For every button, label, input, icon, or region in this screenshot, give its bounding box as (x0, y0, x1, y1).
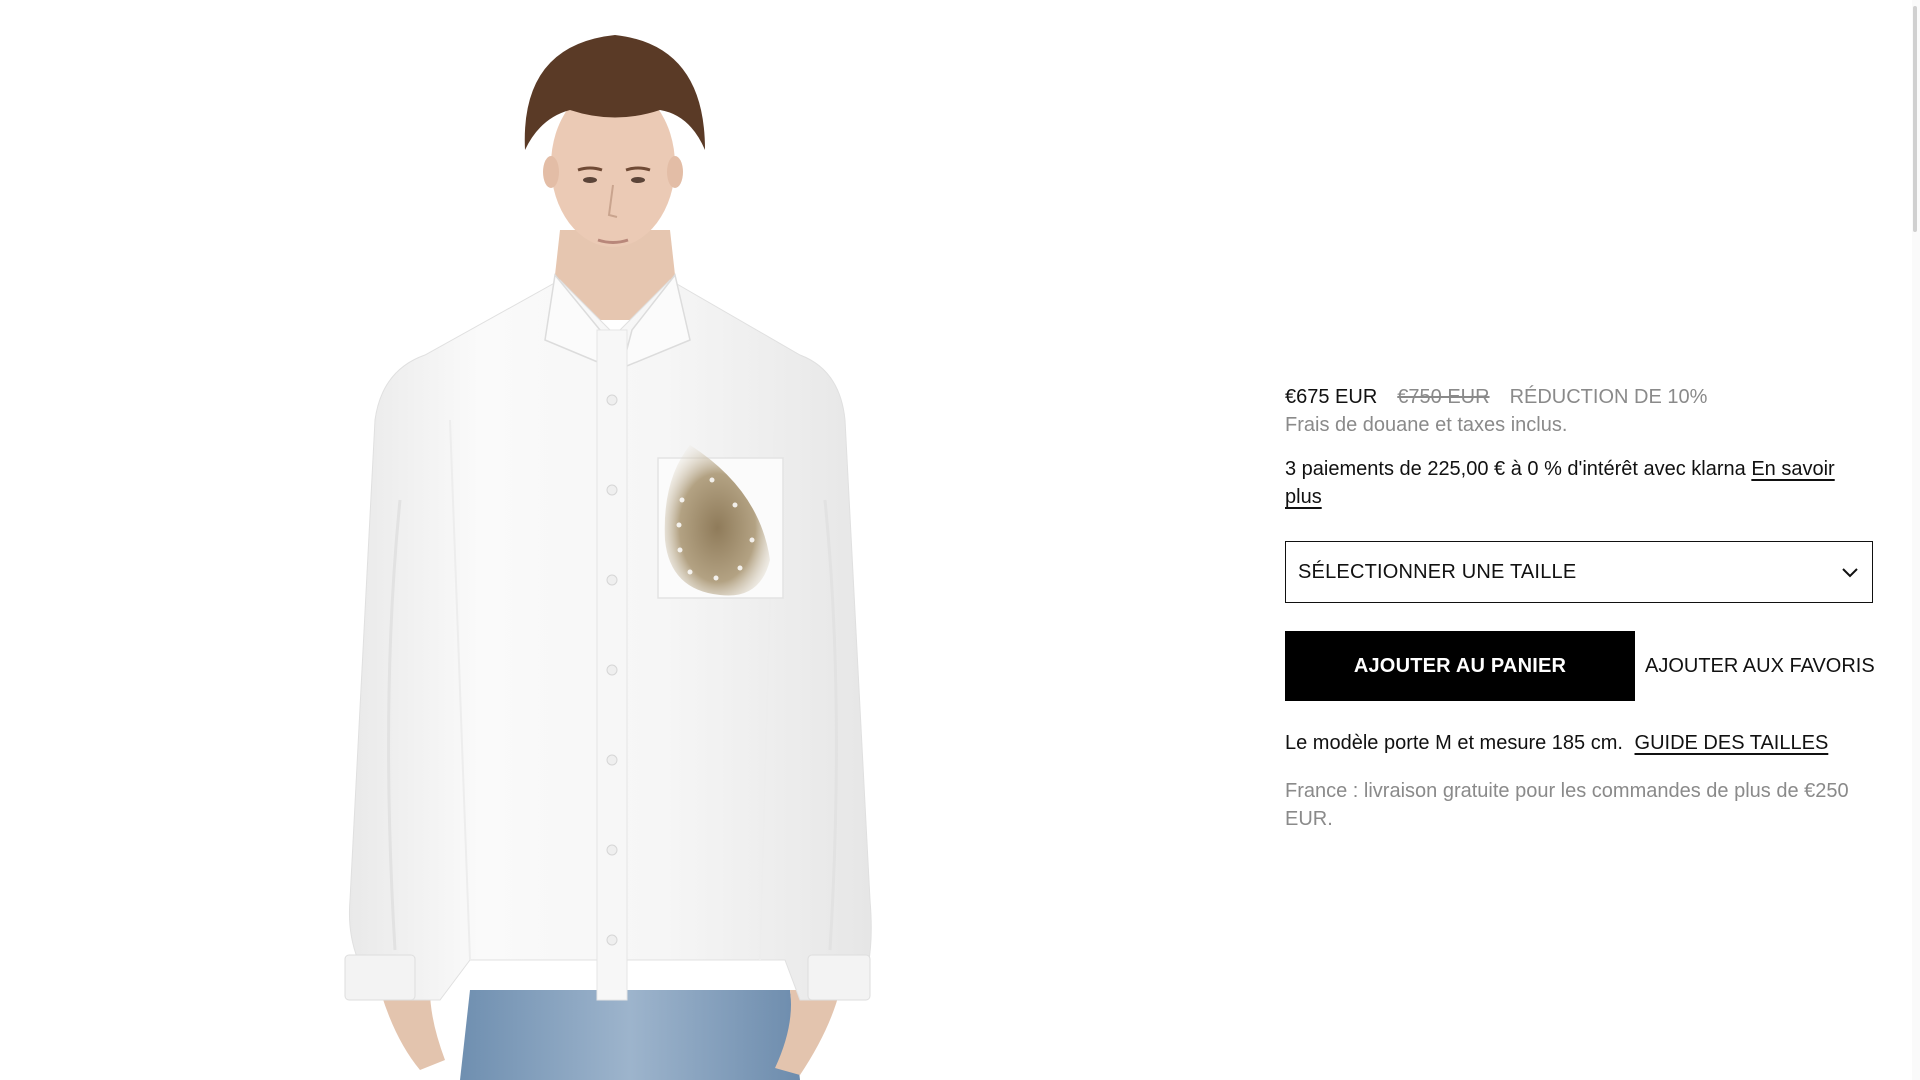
installments-text: 3 paiements de 225,00 € à 0 % d'intérêt … (1285, 458, 1746, 480)
shipping-note: France : livraison gratuite pour les com… (1285, 780, 1849, 830)
product-image[interactable] (0, 0, 1225, 1080)
discount-label: RÉDUCTION DE 10% (1509, 386, 1708, 408)
size-select-label: SÉLECTIONNER UNE TAILLE (1298, 560, 1577, 583)
add-to-favorites-button[interactable]: AJOUTER AUX FAVORIS (1645, 655, 1875, 678)
installments-info: 3 paiements de 225,00 € à 0 % d'intérêt … (1285, 455, 1875, 511)
purchase-actions: AJOUTER AU PANIER AJOUTER AUX FAVORIS (1285, 631, 1875, 701)
size-guide-link[interactable]: GUIDE DES TAILLES (1635, 732, 1829, 754)
tax-note: Frais de douane et taxes inclus. (1285, 414, 1568, 436)
current-price: €675 EUR (1285, 386, 1378, 408)
original-price: €750 EUR (1397, 386, 1490, 408)
scrollbar-thumb[interactable] (1913, 6, 1917, 232)
product-photo-illustration (344, 35, 872, 1080)
size-select-dropdown[interactable]: SÉLECTIONNER UNE TAILLE (1285, 541, 1873, 603)
chevron-down-icon (1842, 568, 1858, 578)
model-note-text: Le modèle porte M et mesure 185 cm. (1285, 732, 1623, 754)
model-size-note: Le modèle porte M et mesure 185 cm. GUID… (1285, 729, 1875, 757)
price-row: €675 EUR €750 EUR RÉDUCTION DE 10% (1285, 383, 1875, 411)
page-scrollbar[interactable] (1912, 0, 1920, 1080)
add-to-cart-button[interactable]: AJOUTER AU PANIER (1285, 631, 1635, 701)
product-details: €675 EUR €750 EUR RÉDUCTION DE 10% Frais… (1285, 383, 1875, 833)
